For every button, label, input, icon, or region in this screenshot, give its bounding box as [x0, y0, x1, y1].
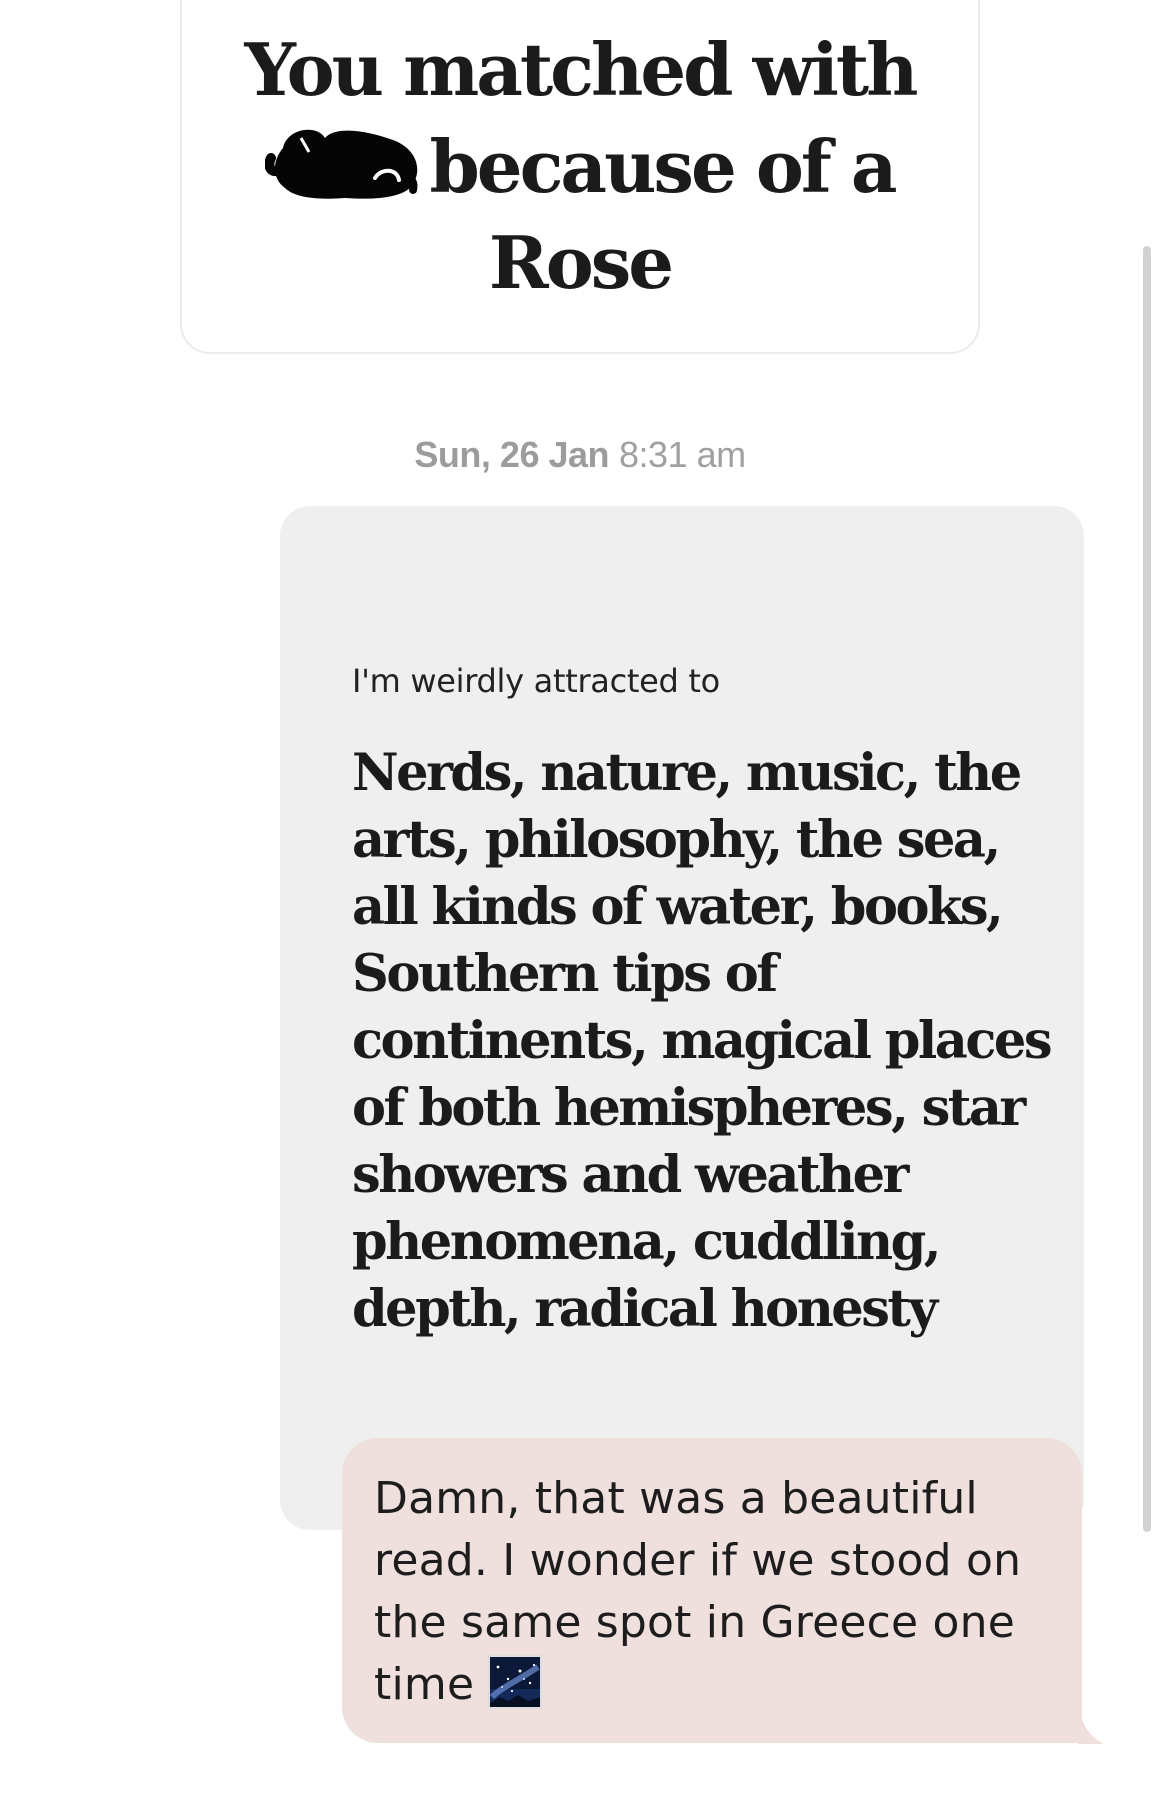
scrollbar[interactable] — [1143, 246, 1151, 1532]
message-text: Damn, that was a beautiful read. I wonde… — [374, 1468, 1064, 1716]
prompt-label: I'm weirdly attracted to — [352, 662, 720, 700]
match-title-line-3: Rose — [488, 220, 674, 305]
match-card: You matched with because of a Rose — [180, 0, 980, 354]
message-timestamp: Sun, 26 Jan 8:31 am — [0, 434, 1160, 476]
prompt-answer: Nerds, nature, music, the arts, philosop… — [352, 743, 1053, 1339]
match-title: You matched with because of a Rose — [182, 22, 978, 311]
message-bubble-tail — [1078, 1700, 1104, 1744]
milky-way-icon — [488, 1655, 543, 1709]
redacted-name-scribble — [265, 118, 425, 202]
message-bubble[interactable]: Damn, that was a beautiful read. I wonde… — [342, 1438, 1082, 1743]
timestamp-date: Sun, 26 Jan — [414, 434, 609, 475]
match-title-line-2: because of a — [182, 118, 978, 215]
match-title-line-1: You matched with — [244, 27, 918, 112]
timestamp-time: 8:31 am — [619, 434, 746, 475]
match-title-line-2-text: because of a — [429, 124, 897, 209]
profile-prompt-card[interactable]: I'm weirdly attracted to Nerds, nature, … — [280, 506, 1084, 1530]
message-text-body: Damn, that was a beautiful read. I wonde… — [374, 1473, 1022, 1710]
